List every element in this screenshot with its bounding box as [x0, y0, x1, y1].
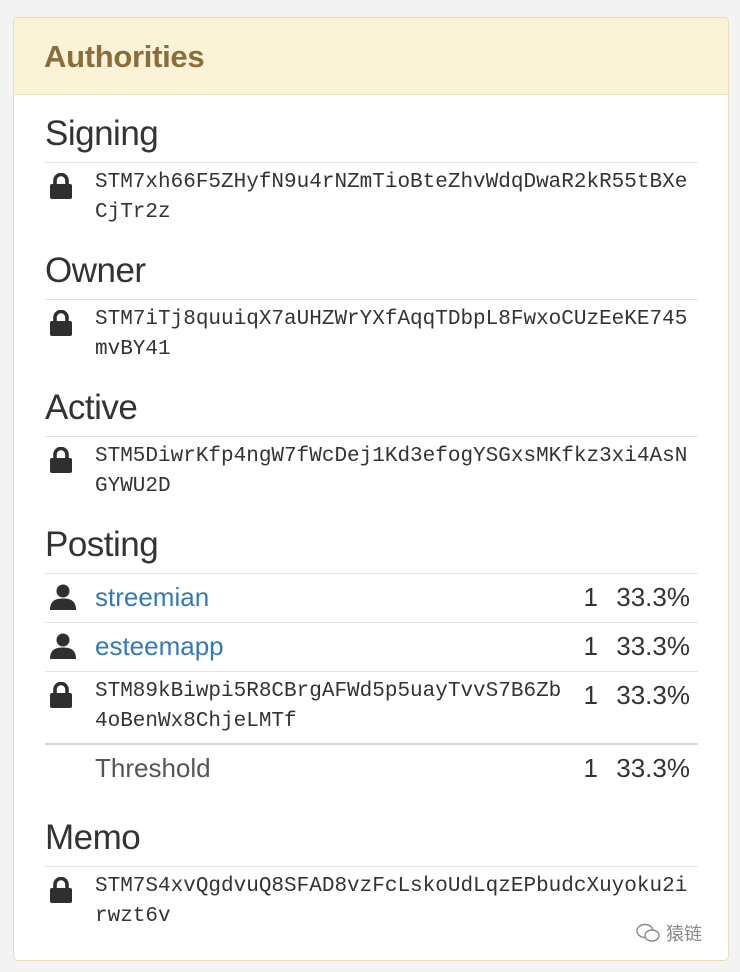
threshold-spacer: [45, 743, 95, 801]
posting-row-key: STM89kBiwpi5R8CBrgAFWd5p5uayTvvS7B6Zb4oB…: [45, 671, 698, 744]
weight-value: 1: [572, 671, 598, 744]
posting-key: STM89kBiwpi5R8CBrgAFWd5p5uayTvvS7B6Zb4oB…: [95, 671, 572, 744]
panel-body: Signing STM7xh66F5ZHyfN9u4rNZmTioBteZhvW…: [14, 95, 728, 938]
watermark: 猿链: [636, 920, 702, 946]
authorities-panel: Authorities Signing STM7xh66F5ZHyfN9u4rN…: [13, 17, 729, 961]
section-title-active: Active: [45, 388, 138, 427]
percent-value: 33.3%: [598, 671, 698, 744]
account-name[interactable]: streemian: [95, 582, 209, 612]
section-memo: Memo STM7S4xvQgdvuQ8SFAD8vzFcLskoUdLqzEP…: [45, 801, 698, 938]
weight-value: 1: [572, 622, 598, 672]
active-table: STM5DiwrKfp4ngW7fWcDej1Kd3efogYSGxsMKfkz…: [45, 436, 698, 508]
signing-key: STM7xh66F5ZHyfN9u4rNZmTioBteZhvWdqDwaR2k…: [95, 162, 698, 234]
percent-value: 33.3%: [598, 622, 698, 672]
key-row: STM7iTj8quuiqX7aUHZWrYXfAqqTDbpL8FwxoCUz…: [45, 299, 698, 371]
lock-icon: [45, 299, 95, 371]
key-row: STM7xh66F5ZHyfN9u4rNZmTioBteZhvWdqDwaR2k…: [45, 162, 698, 234]
section-title-posting: Posting: [45, 525, 159, 564]
account-link-esteemapp[interactable]: esteemapp: [95, 622, 572, 672]
user-icon: [45, 622, 95, 672]
key-row: STM5DiwrKfp4ngW7fWcDej1Kd3efogYSGxsMKfkz…: [45, 436, 698, 508]
account-link-streemian[interactable]: streemian: [95, 573, 572, 623]
section-title-signing: Signing: [45, 114, 159, 153]
signing-table: STM7xh66F5ZHyfN9u4rNZmTioBteZhvWdqDwaR2k…: [45, 162, 698, 234]
memo-key: STM7S4xvQgdvuQ8SFAD8vzFcLskoUdLqzEPbudcX…: [95, 866, 698, 938]
section-title-owner: Owner: [45, 251, 146, 290]
user-icon: [45, 573, 95, 623]
section-posting: Posting streemian 1 33.3% esteemapp 1 33…: [45, 508, 698, 801]
owner-key: STM7iTj8quuiqX7aUHZWrYXfAqqTDbpL8FwxoCUz…: [95, 299, 698, 371]
section-title-memo: Memo: [45, 818, 141, 857]
weight-value: 1: [572, 573, 598, 623]
threshold-weight: 1: [572, 743, 598, 801]
key-row: STM7S4xvQgdvuQ8SFAD8vzFcLskoUdLqzEPbudcX…: [45, 866, 698, 938]
threshold-percent: 33.3%: [598, 743, 698, 801]
section-signing: Signing STM7xh66F5ZHyfN9u4rNZmTioBteZhvW…: [45, 95, 698, 234]
posting-table: streemian 1 33.3% esteemapp 1 33.3% STM8…: [45, 573, 698, 801]
account-name[interactable]: esteemapp: [95, 631, 224, 661]
watermark-text: 猿链: [666, 924, 702, 944]
threshold-label: Threshold: [95, 743, 572, 801]
percent-value: 33.3%: [598, 573, 698, 623]
threshold-row: Threshold 1 33.3%: [45, 743, 698, 801]
posting-row-account: esteemapp 1 33.3%: [45, 622, 698, 672]
active-key: STM5DiwrKfp4ngW7fWcDej1Kd3efogYSGxsMKfkz…: [95, 436, 698, 508]
panel-header: Authorities: [14, 18, 728, 95]
lock-icon: [45, 671, 95, 744]
lock-icon: [45, 866, 95, 938]
wechat-icon: [636, 923, 660, 942]
owner-table: STM7iTj8quuiqX7aUHZWrYXfAqqTDbpL8FwxoCUz…: [45, 299, 698, 371]
lock-icon: [45, 162, 95, 234]
panel-title: Authorities: [44, 39, 205, 74]
section-active: Active STM5DiwrKfp4ngW7fWcDej1Kd3efogYSG…: [45, 371, 698, 508]
posting-row-account: streemian 1 33.3%: [45, 573, 698, 623]
lock-icon: [45, 436, 95, 508]
section-owner: Owner STM7iTj8quuiqX7aUHZWrYXfAqqTDbpL8F…: [45, 234, 698, 371]
memo-table: STM7S4xvQgdvuQ8SFAD8vzFcLskoUdLqzEPbudcX…: [45, 866, 698, 938]
